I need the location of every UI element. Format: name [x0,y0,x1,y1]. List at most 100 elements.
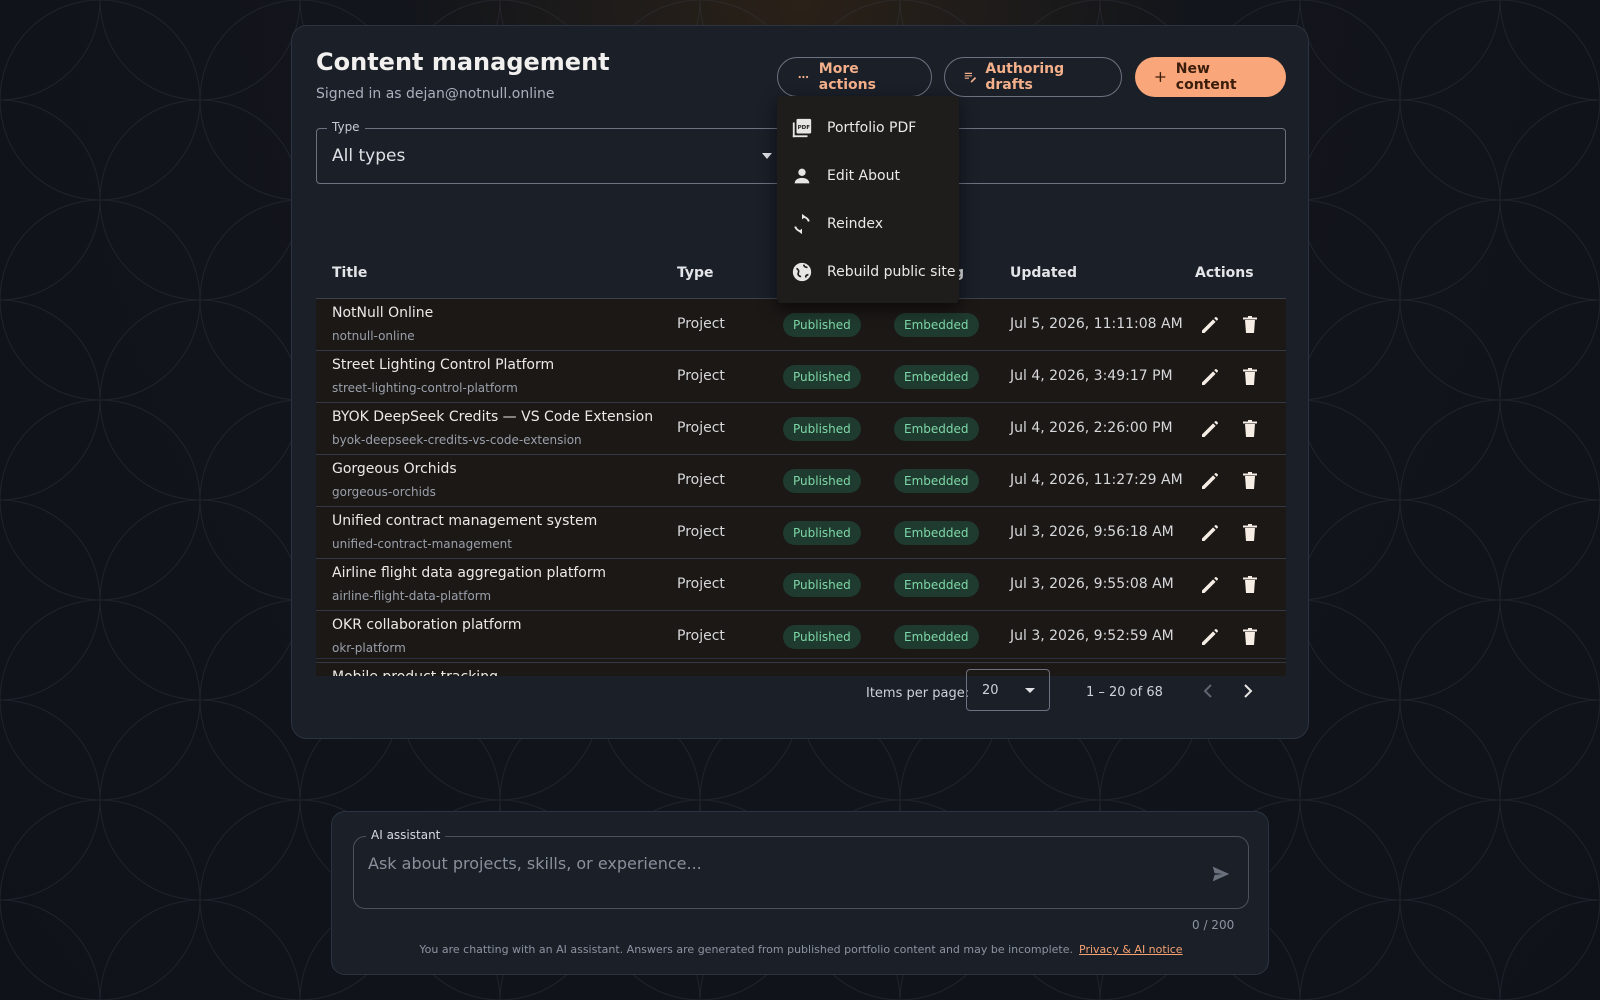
edit-icon[interactable] [1198,365,1222,389]
row-type: Project [677,316,725,332]
row-updated: Jul 4, 2026, 11:27:29 AM [1010,472,1183,488]
row-type: Project [677,472,725,488]
row-slug: byok-deepseek-credits-vs-code-extension [332,433,582,447]
row-type: Project [677,420,725,436]
table-row[interactable]: Street Lighting Control Platform street-l… [316,351,1286,403]
delete-icon[interactable] [1238,521,1262,545]
items-per-page-select[interactable]: 20 [966,669,1050,711]
row-title: Unified contract management system [332,513,598,529]
delete-icon[interactable] [1238,417,1262,441]
menu-item-label: Portfolio PDF [827,120,917,136]
menu-item-portfolio-pdf[interactable]: PDF Portfolio PDF [777,104,959,152]
previous-page-icon[interactable] [1196,679,1220,703]
row-slug: notnull-online [332,329,415,343]
send-icon[interactable] [1210,863,1232,885]
new-content-button[interactable]: New content [1135,57,1286,97]
menu-item-label: Rebuild public site [827,264,956,280]
indexing-badge: Embedded [894,313,979,337]
table-row[interactable]: NotNull Online notnull-online Project Publi… [316,299,1286,351]
edit-icon[interactable] [1198,469,1222,493]
next-page-icon[interactable] [1236,679,1260,703]
edit-icon[interactable] [1198,625,1222,649]
ai-assistant-label: AI assistant [366,828,446,842]
more-actions-menu: PDF Portfolio PDF Edit About Reindex Reb… [777,96,959,303]
status-badge: Published [783,313,861,337]
ai-assistant-panel: AI assistant 0 / 200 You are chatting wi… [331,811,1269,975]
row-title: Gorgeous Orchids [332,461,457,477]
page-title: Content management [316,48,610,76]
status-badge: Published [783,573,861,597]
menu-item-reindex[interactable]: Reindex [777,200,959,248]
delete-icon[interactable] [1238,469,1262,493]
delete-icon[interactable] [1238,365,1262,389]
new-content-label: New content [1175,61,1237,93]
authoring-drafts-label: Authoring drafts [985,61,1065,93]
menu-item-label: Edit About [827,168,900,184]
row-type: Project [677,576,725,592]
table-row[interactable]: OKR collaboration platform okr-platform Pr… [316,611,1286,663]
menu-item-rebuild-public-site[interactable]: Rebuild public site [777,248,959,296]
row-type: Project [677,524,725,540]
row-updated: Jul 3, 2026, 9:55:08 AM [1010,576,1174,592]
sync-icon [794,213,810,235]
edit-note-icon [964,72,977,83]
menu-item-label: Reindex [827,216,884,232]
paginator: Items per page: 20 1 – 20 of 68 [316,658,1286,722]
more-actions-label: More actions [818,61,876,93]
edit-icon[interactable] [1198,417,1222,441]
ai-disclaimer: You are chatting with an AI assistant. A… [332,943,1270,956]
row-updated: Jul 3, 2026, 9:52:59 AM [1010,628,1174,644]
indexing-badge: Embedded [894,469,979,493]
row-updated: Jul 4, 2026, 2:26:00 PM [1010,420,1173,436]
row-title: OKR collaboration platform [332,617,522,633]
status-badge: Published [783,625,861,649]
table-row[interactable]: BYOK DeepSeek Credits — VS Code Extensio… [316,403,1286,455]
delete-icon[interactable] [1238,573,1262,597]
dropdown-arrow-icon [762,153,772,159]
edit-icon[interactable] [1198,313,1222,337]
column-header-actions: Actions [1195,265,1254,281]
table-row[interactable]: Unified contract management system unifie… [316,507,1286,559]
table-row[interactable]: Airline flight data aggregation platform… [316,559,1286,611]
menu-item-edit-about[interactable]: Edit About [777,152,959,200]
column-header-type[interactable]: Type [677,265,714,281]
dropdown-arrow-icon [1025,688,1035,693]
delete-icon[interactable] [1238,313,1262,337]
row-slug: gorgeous-orchids [332,485,436,499]
indexing-badge: Embedded [894,365,979,389]
plus-icon [1155,72,1166,82]
character-counter: 0 / 200 [1192,918,1235,932]
row-updated: Jul 3, 2026, 9:56:18 AM [1010,524,1174,540]
row-title: NotNull Online [332,305,434,321]
status-badge: Published [783,417,861,441]
column-header-updated[interactable]: Updated [1010,265,1077,281]
row-type: Project [677,628,725,644]
row-slug: airline-flight-data-platform [332,589,492,603]
pdf-icon: PDF [792,118,812,138]
ai-disclaimer-text: You are chatting with an AI assistant. A… [419,943,1074,956]
content-table: Title Type g Updated Actions NotNull Onl… [316,246,1286,676]
authoring-drafts-button[interactable]: Authoring drafts [944,57,1122,97]
ai-question-input[interactable] [368,851,1168,875]
edit-icon[interactable] [1198,521,1222,545]
row-slug: unified-contract-management [332,537,512,551]
row-slug: okr-platform [332,641,406,655]
status-badge: Published [783,365,861,389]
more-actions-button[interactable]: More actions [777,57,932,97]
row-title: BYOK DeepSeek Credits — VS Code Extensio… [332,409,654,425]
indexing-badge: Embedded [894,417,979,441]
globe-icon [792,262,812,282]
edit-icon[interactable] [1198,573,1222,597]
delete-icon[interactable] [1238,625,1262,649]
row-title: Airline flight data aggregation platform [332,565,606,581]
table-row[interactable]: Gorgeous Orchids gorgeous-orchids Project P… [316,455,1286,507]
status-badge: Published [783,469,861,493]
items-per-page-label: Items per page: [866,686,970,701]
column-header-title[interactable]: Title [332,265,367,281]
items-per-page-value: 20 [982,683,999,698]
row-slug: street-lighting-control-platform [332,381,518,395]
privacy-ai-notice-link[interactable]: Privacy & AI notice [1079,943,1183,956]
signed-in-text: Signed in as dejan@notnull.online [316,86,555,102]
row-title: Street Lighting Control Platform [332,357,555,373]
svg-text:PDF: PDF [798,125,811,131]
